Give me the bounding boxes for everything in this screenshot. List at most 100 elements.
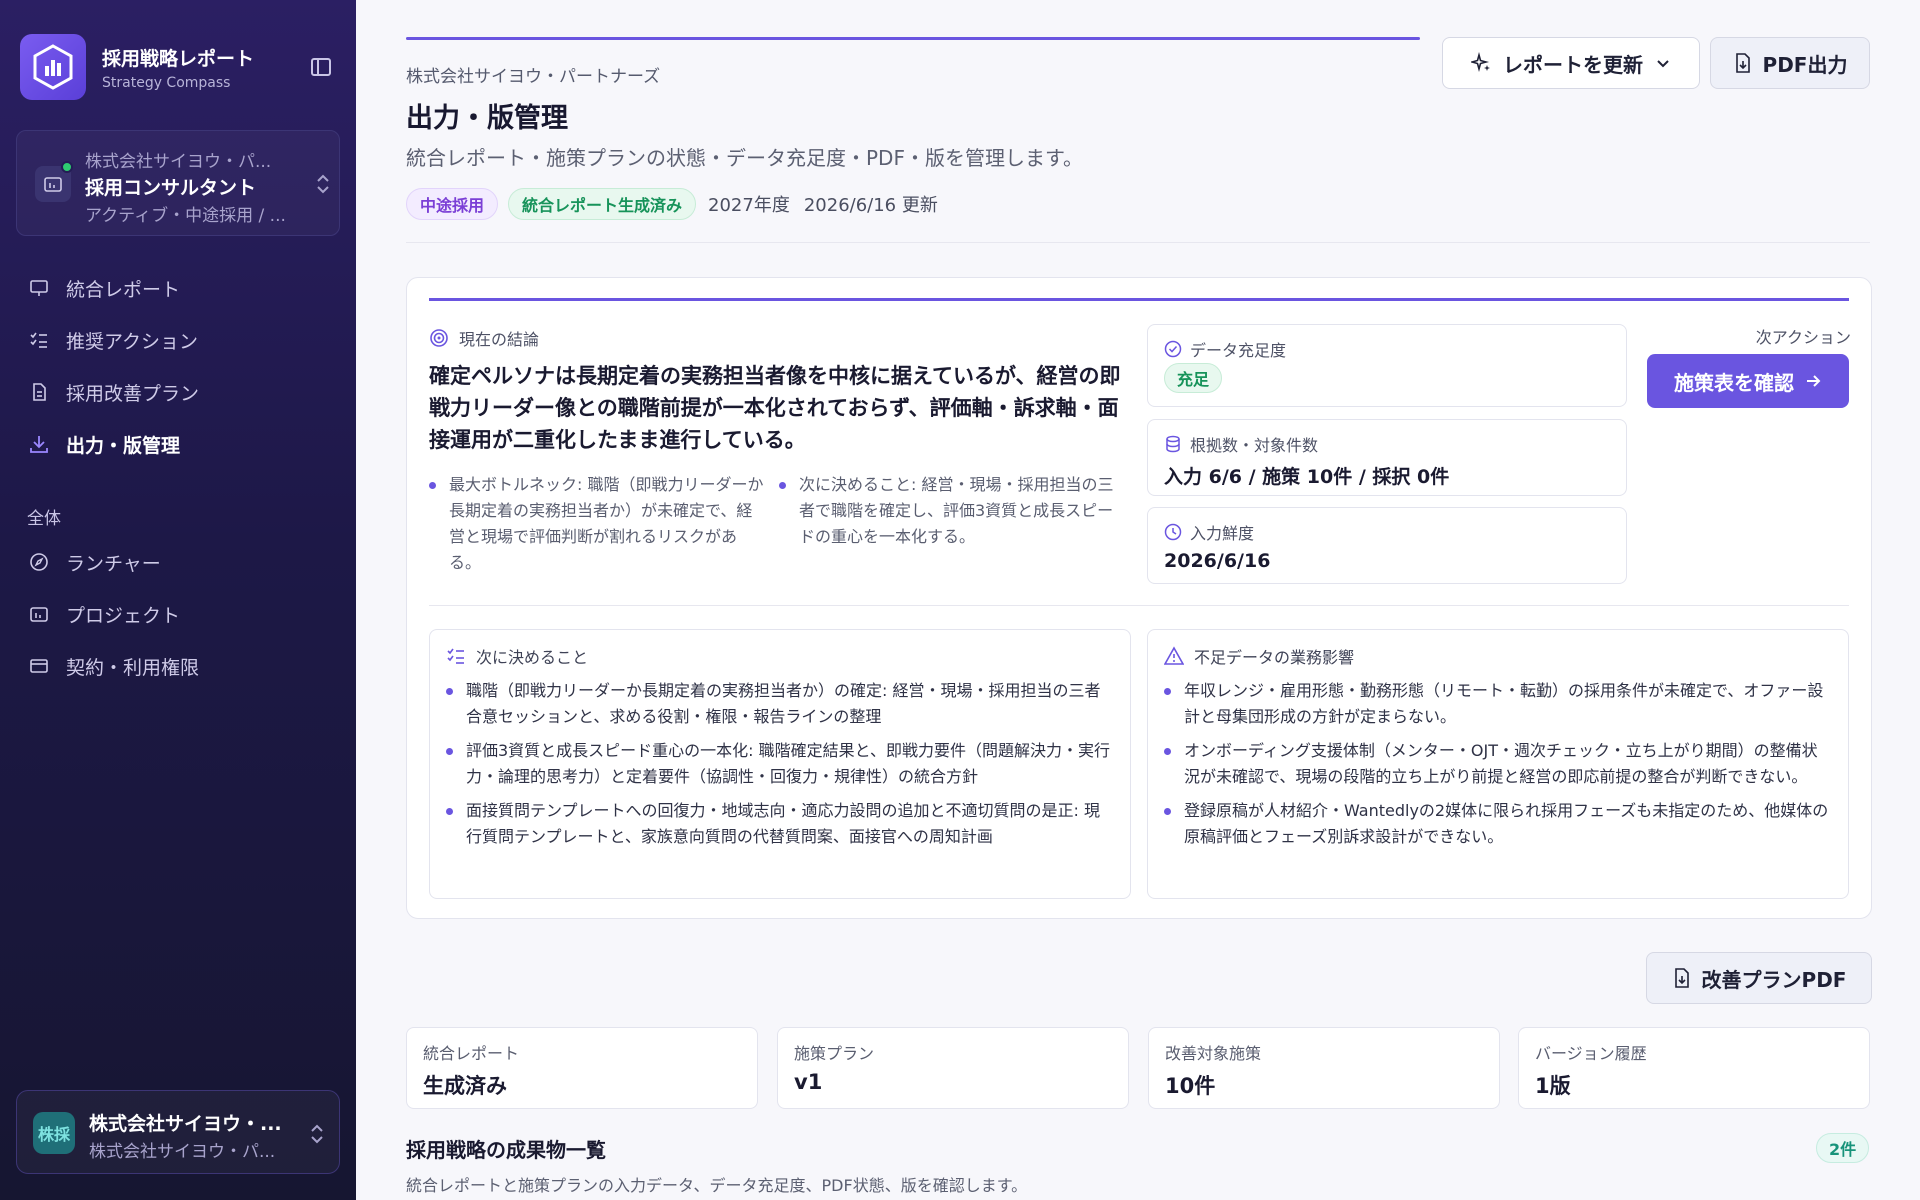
stat-label: 改善対象施策	[1165, 1044, 1262, 1063]
sidebar: 採用戦略レポート Strategy Compass 株式会社サイヨウ・パ... …	[0, 0, 356, 1200]
context-switcher[interactable]: 株式会社サイヨウ・パ... 採用コンサルタント アクティブ・中途採用 / ...	[16, 130, 340, 236]
plan-pdf-button[interactable]: 改善プランPDF	[1646, 952, 1872, 1004]
impacts-title-text: 不足データの業務影響	[1194, 648, 1355, 667]
decisions-list: 職階（即戦力リーダーか長期定着の実務担当者か）の確定: 経営・現場・採用担当の三…	[446, 678, 1112, 858]
account-switcher[interactable]: 株採 株式会社サイヨウ・... 株式会社サイヨウ・パ...	[16, 1090, 340, 1174]
file-download-icon	[1733, 52, 1753, 74]
check-plan-button[interactable]: 施策表を確認	[1647, 354, 1849, 408]
warning-icon	[1164, 646, 1184, 666]
page-description: 統合レポート・施策プランの状態・データ充足度・PDF・版を管理します。	[406, 146, 1083, 170]
list-item: 評価3資質と成長スピード重心の一本化: 職階確定結果と、即戦力要件（問題解決力・…	[446, 738, 1112, 790]
main-content: 株式会社サイヨウ・パートナーズ 出力・版管理 統合レポート・施策プランの状態・デ…	[356, 0, 1920, 1200]
basis-label: 根拠数・対象件数	[1164, 432, 1318, 456]
nav-item-label: 推奨アクション	[66, 330, 199, 353]
compass-icon	[28, 551, 50, 573]
list-item: 登録原稿が人材紹介・Wantedlyの2媒体に限られ採用フェーズも未指定のため、…	[1164, 798, 1830, 850]
check-circle-icon	[1164, 340, 1182, 358]
main-nav: 統合レポート 推奨アクション 採用改善プラン 出力・版管理	[16, 262, 340, 470]
next-action-label: 次アクション	[1755, 328, 1851, 347]
stat-value: 10件	[1165, 1074, 1216, 1098]
conclusion-label-text: 現在の結論	[459, 330, 540, 349]
document-icon	[28, 381, 50, 403]
tag-report-status: 統合レポート生成済み	[508, 188, 697, 220]
nav-item-label: ランチャー	[66, 552, 161, 575]
decisions-title-text: 次に決めること	[476, 648, 589, 667]
accent-bar	[406, 37, 1420, 40]
deliverables-title: 採用戦略の成果物一覧	[406, 1138, 606, 1162]
checklist-icon	[28, 329, 50, 351]
nav-item-contract[interactable]: 契約・利用権限	[16, 640, 340, 692]
freshness-card: 入力鮮度 2026/6/16	[1147, 507, 1627, 584]
nav-item-project[interactable]: プロジェクト	[16, 588, 340, 640]
stat-card-measures: 改善対象施策 10件	[1148, 1027, 1500, 1109]
brand-logo-icon	[20, 34, 86, 100]
sparkle-icon	[1471, 52, 1493, 74]
stat-card-plan: 施策プラン v1	[777, 1027, 1129, 1109]
brand[interactable]: 採用戦略レポート Strategy Compass	[20, 34, 254, 100]
bottleneck-text: 最大ボトルネック: 職階（即戦力リーダーか長期定着の実務担当者か）が未確定で、経…	[429, 472, 765, 576]
section-label-global: 全体	[27, 509, 61, 529]
freshness-label: 入力鮮度	[1164, 520, 1254, 544]
target-icon	[429, 328, 449, 348]
updated-date: 2026/6/16 更新	[803, 195, 938, 216]
next-decision-text: 次に決めること: 経営・現場・採用担当の三者で職階を確定し、評価3資質と成長スピ…	[779, 472, 1115, 550]
summary-card: 現在の結論 確定ペルソナは長期定着の実務担当者像を中核に据えているが、経営の即戦…	[406, 277, 1872, 919]
stat-label: 統合レポート	[423, 1044, 520, 1063]
context-role: 採用コンサルタント	[85, 177, 257, 199]
nav-item-label: 統合レポート	[66, 278, 181, 301]
nav-item-report[interactable]: 統合レポート	[16, 262, 340, 314]
nav-item-actions[interactable]: 推奨アクション	[16, 314, 340, 366]
stat-card-versions: バージョン履歴 1版	[1518, 1027, 1870, 1109]
tag-hiring-type: 中途採用	[406, 188, 499, 220]
check-plan-label: 施策表を確認	[1674, 370, 1794, 395]
brand-subtitle: Strategy Compass	[102, 74, 231, 91]
chevron-down-icon	[1655, 55, 1671, 71]
pdf-export-button[interactable]: PDF出力	[1710, 37, 1870, 89]
divider	[406, 242, 1870, 243]
refresh-report-button[interactable]: レポートを更新	[1442, 37, 1700, 89]
freshness-label-text: 入力鮮度	[1190, 524, 1255, 543]
pdf-export-label: PDF出力	[1762, 52, 1848, 77]
plan-pdf-label: 改善プランPDF	[1701, 967, 1847, 992]
decisions-panel: 次に決めること 職階（即戦力リーダーか長期定着の実務担当者か）の確定: 経営・現…	[429, 629, 1131, 899]
brand-title: 採用戦略レポート	[102, 47, 255, 70]
data-label-text: データ充足度	[1190, 341, 1287, 360]
project-icon	[28, 603, 50, 625]
basis-card: 根拠数・対象件数 入力 6/6 / 施策 10件 / 採択 0件	[1147, 419, 1627, 496]
status-badge: 充足	[1164, 363, 1223, 393]
nav-item-output[interactable]: 出力・版管理	[16, 418, 340, 470]
stat-label: 施策プラン	[794, 1044, 875, 1063]
stat-card-report: 統合レポート 生成済み	[406, 1027, 758, 1109]
monitor-icon	[28, 277, 50, 299]
list-item: 面接質問テンプレートへの回復力・地域志向・適応力設問の追加と不適切質問の是正: …	[446, 798, 1112, 850]
deliverables-description: 統合レポートと施策プランの入力データ、データ充足度、PDF状態、版を確認します。	[406, 1176, 1028, 1195]
count-badge: 2件	[1816, 1133, 1870, 1163]
avatar: 株採	[33, 1112, 75, 1154]
accent-bar	[429, 298, 1849, 301]
conclusion-text: 確定ペルソナは長期定着の実務担当者像を中核に据えているが、経営の即戦力リーダー像…	[429, 364, 1121, 452]
context-status: アクティブ・中途採用 / ...	[85, 206, 286, 226]
stat-label: バージョン履歴	[1535, 1044, 1647, 1063]
arrow-right-icon	[1804, 372, 1822, 390]
account-sub: 株式会社サイヨウ・パ...	[89, 1142, 276, 1162]
download-icon	[28, 433, 50, 455]
nav-item-plan[interactable]: 採用改善プラン	[16, 366, 340, 418]
impacts-panel: 不足データの業務影響 年収レンジ・雇用形態・勤務形態（リモート・転勤）の採用条件…	[1147, 629, 1849, 899]
data-sufficiency-label: データ充足度	[1164, 337, 1286, 361]
clock-icon	[1164, 523, 1182, 541]
file-download-icon	[1672, 967, 1692, 989]
company-name: 株式会社サイヨウ・パートナーズ	[406, 67, 661, 87]
stat-value: 生成済み	[423, 1074, 507, 1098]
conclusion-label: 現在の結論	[429, 326, 539, 350]
page-title: 出力・版管理	[406, 103, 568, 134]
chevron-updown-icon	[307, 1121, 327, 1151]
database-icon	[1164, 435, 1182, 453]
nav-item-label: 出力・版管理	[66, 434, 181, 457]
stat-value: v1	[794, 1070, 823, 1094]
conclusion-bullets: 最大ボトルネック: 職階（即戦力リーダーか長期定着の実務担当者か）が未確定で、経…	[429, 472, 1129, 576]
data-sufficiency-card: データ充足度 充足	[1147, 324, 1627, 407]
nav-item-launcher[interactable]: ランチャー	[16, 536, 340, 588]
divider	[429, 605, 1849, 606]
sidebar-toggle-icon[interactable]	[308, 54, 334, 80]
global-nav: ランチャー プロジェクト 契約・利用権限	[16, 536, 340, 692]
